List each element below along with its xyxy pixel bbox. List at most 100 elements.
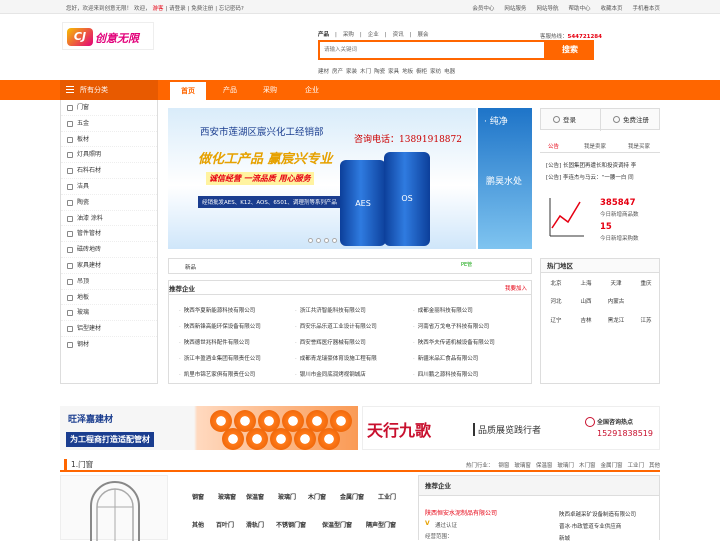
product-keyword[interactable]: 工业门: [378, 492, 396, 501]
bookmark-link[interactable]: 收藏本页: [600, 6, 622, 12]
sidebar-item-tiles[interactable]: 磁砖地砖: [61, 242, 157, 258]
section-link[interactable]: 玻璃窗: [514, 463, 531, 469]
area-link[interactable]: 上海: [571, 279, 601, 287]
login-link[interactable]: | 请登录: [166, 6, 186, 12]
tab-buyer[interactable]: 我是买家: [628, 142, 650, 150]
main-banner[interactable]: 西安市莲湖区宸兴化工经销部 咨询电话：13891918872 做化工产品 赢宸兴…: [168, 108, 476, 249]
recent-company-link[interactable]: 晋冰·市政管道专业供应商: [559, 522, 621, 530]
hot-word[interactable]: 家纺: [430, 69, 441, 75]
section-link[interactable]: 玻璃门: [557, 463, 574, 469]
company-link[interactable]: 四川鹏之源科技有限公司: [413, 370, 479, 378]
forgot-password-link[interactable]: | 忘记密码?: [215, 6, 244, 12]
hot-word[interactable]: 家具: [388, 69, 399, 75]
sidebar-item-paint[interactable]: 油漆 涂料: [61, 211, 157, 227]
notice-item[interactable]: [公告] 长固集团再遭长和投资调持 李: [546, 161, 636, 169]
nav-item-company[interactable]: 企业: [294, 80, 330, 100]
area-link[interactable]: 河北: [541, 297, 571, 305]
pagination-dot[interactable]: [316, 238, 321, 243]
pagination-dot[interactable]: [324, 238, 329, 243]
search-tab-purchase[interactable]: 采购: [343, 32, 354, 38]
pagination-dot[interactable]: [308, 238, 313, 243]
company-link[interactable]: 银川市金同底润烤视钢城店: [295, 370, 366, 378]
company-link[interactable]: 西安誉辉医疗器械有限公司: [295, 338, 366, 346]
sidebar-item-boards[interactable]: 板材: [61, 132, 157, 148]
join-link[interactable]: 我要加入: [505, 284, 527, 292]
area-link[interactable]: 山西: [571, 297, 601, 305]
help-center-link[interactable]: 帮助中心: [568, 6, 590, 12]
register-button[interactable]: 免费注册: [601, 109, 661, 131]
sidebar-item-ceramics[interactable]: 陶瓷: [61, 195, 157, 211]
sidebar-item-steel[interactable]: 钢材: [61, 337, 157, 353]
tab-notice[interactable]: 公告: [548, 142, 559, 150]
company-link[interactable]: 陕西华夫传诺机械设备有限公司: [413, 338, 495, 346]
sidebar-item-lighting[interactable]: 灯具照明: [61, 147, 157, 164]
search-tab-company[interactable]: 企业: [368, 32, 379, 38]
ad-banner-expo[interactable]: 天行九歌 品质展览践行者 全国咨询热点 15291838519: [362, 406, 660, 450]
hot-word[interactable]: 房产: [332, 69, 343, 75]
company-link[interactable]: 陕西德世兆科配件有限公司: [179, 338, 250, 346]
product-keyword[interactable]: 钢窗: [192, 492, 204, 501]
area-link[interactable]: 北京: [541, 279, 571, 287]
nav-item-home[interactable]: 首页: [170, 82, 206, 100]
sidebar-item-stone[interactable]: 石料石材: [61, 163, 157, 179]
recent-company-link[interactable]: 陕西卓越采矿设备制造有限公司: [559, 510, 636, 518]
search-tab-news[interactable]: 资讯: [393, 32, 404, 38]
area-link[interactable]: 内蒙古: [601, 297, 631, 305]
ad-banner-pipes[interactable]: 旺泽嘉建材 为工程商打造适配管材: [60, 406, 358, 450]
hot-word[interactable]: 建材: [318, 69, 329, 75]
area-link[interactable]: 吉林: [571, 316, 601, 324]
product-keyword[interactable]: 木门窗: [308, 492, 326, 501]
product-keyword[interactable]: 玻璃窗: [218, 492, 236, 501]
recent-company-link[interactable]: 新城: [559, 534, 570, 542]
site-nav-link[interactable]: 网站导航: [536, 6, 558, 12]
area-link[interactable]: 江苏: [631, 316, 661, 324]
product-keyword[interactable]: 玻璃门: [278, 492, 296, 501]
section-link[interactable]: 其他: [649, 463, 660, 469]
company-link[interactable]: 西安乐品乐道工业设计有限公司: [295, 322, 377, 330]
mobile-link[interactable]: 手机看本页: [632, 6, 660, 12]
site-logo[interactable]: CJ 创意无限: [62, 22, 154, 50]
company-link[interactable]: 浙江丰盈酒业集团有限责任公司: [179, 354, 261, 362]
area-link[interactable]: 天津: [601, 279, 631, 287]
hot-word[interactable]: 家装: [346, 69, 357, 75]
hot-word[interactable]: 电器: [444, 69, 455, 75]
sidebar-item-pipes[interactable]: 管件管材: [61, 226, 157, 243]
sidebar-item-furniture[interactable]: 家具建材: [61, 258, 157, 274]
nav-item-product[interactable]: 产品: [212, 80, 248, 100]
company-link[interactable]: 新疆米品汇食品有限公司: [413, 354, 479, 362]
sidebar-item-glass[interactable]: 玻璃: [61, 305, 157, 322]
company-link[interactable]: 浙江共济智能科技有限公司: [295, 306, 366, 314]
product-keyword[interactable]: 金属门窗: [340, 492, 364, 501]
area-link[interactable]: 重庆: [631, 279, 661, 287]
company-link[interactable]: 陕西华夏新能源科技有限公司: [179, 306, 256, 314]
window-product-image[interactable]: [60, 475, 168, 541]
site-service-link[interactable]: 网站服务: [504, 6, 526, 12]
hot-word[interactable]: 地板: [402, 69, 413, 75]
pagination-dot[interactable]: [332, 238, 337, 243]
section-link[interactable]: 钢窗: [498, 463, 509, 469]
sidebar-item-flooring[interactable]: 地板: [61, 290, 157, 306]
product-keyword[interactable]: 百叶门: [216, 520, 234, 529]
hot-word[interactable]: 木门: [360, 69, 371, 75]
section-link[interactable]: 保温窗: [536, 463, 553, 469]
sidebar-item-aluminum[interactable]: 铝型建材: [61, 321, 157, 337]
search-tab-expo[interactable]: 展会: [418, 32, 429, 38]
product-keyword[interactable]: 保温型门窗: [322, 520, 352, 529]
section-link[interactable]: 工业门: [627, 463, 644, 469]
nav-item-purchase[interactable]: 采购: [252, 80, 288, 100]
search-input[interactable]: [320, 42, 544, 58]
sidebar-item-ceiling[interactable]: 吊顶: [61, 274, 157, 290]
login-button[interactable]: 登录: [541, 109, 601, 131]
company-link[interactable]: 河南省万戈电子科技有限公司: [413, 322, 490, 330]
tab-seller[interactable]: 我是卖家: [584, 142, 606, 150]
side-banner[interactable]: · 纯净 鹏昊水处: [478, 108, 532, 249]
section-link[interactable]: 金属门窗: [600, 463, 622, 469]
company-link[interactable]: 成都金丽科技有限公司: [413, 306, 473, 314]
hot-word[interactable]: 橱柜: [416, 69, 427, 75]
hot-word[interactable]: 陶瓷: [374, 69, 385, 75]
product-keyword[interactable]: 滑轨门: [246, 520, 264, 529]
sidebar-item-doors-windows[interactable]: 门窗: [61, 100, 157, 116]
company-link[interactable]: 陕西新锋高能环保设备有限公司: [179, 322, 261, 330]
featured-company-link[interactable]: 陕西恒安水泥制品有限公司: [425, 508, 497, 517]
product-keyword[interactable]: 隔声型门窗: [366, 520, 396, 529]
